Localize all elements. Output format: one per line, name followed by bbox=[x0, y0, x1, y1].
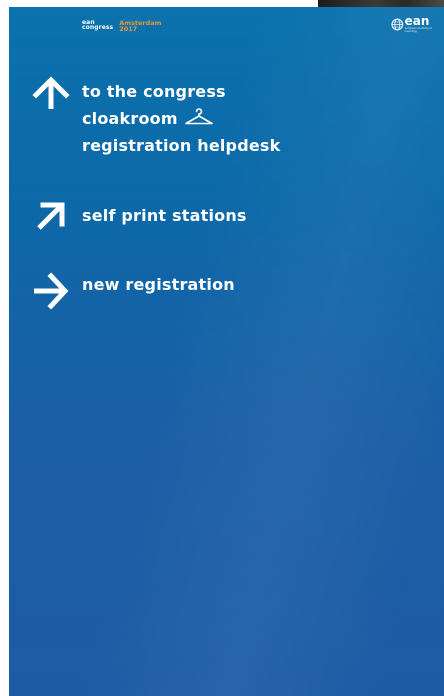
congress-location: Amsterdam 2017 bbox=[119, 20, 161, 33]
congress-logo-line2: congress bbox=[82, 24, 114, 31]
ean-logo: ean european academy of neurology bbox=[391, 14, 444, 33]
congress-logo-wordmark: ean congress bbox=[82, 20, 114, 31]
direction-label-new-registration: new registration bbox=[82, 275, 235, 294]
arrow-up-icon bbox=[32, 76, 70, 109]
coat-hanger-icon bbox=[185, 108, 213, 125]
direction-label-helpdesk: registration helpdesk bbox=[82, 136, 281, 155]
arrow-right-icon bbox=[34, 272, 69, 310]
congress-logo: ean congress Amsterdam 2017 bbox=[82, 20, 161, 33]
direction-label-cloakroom: cloakroom bbox=[82, 109, 178, 128]
ean-logo-name: ean bbox=[404, 14, 430, 28]
congress-year: 2017 bbox=[119, 25, 138, 33]
signage-banner: ean congress Amsterdam 2017 ean european… bbox=[9, 7, 444, 696]
arrow-up-right-icon bbox=[37, 202, 65, 230]
direction-label-self-print: self print stations bbox=[82, 206, 247, 225]
globe-icon bbox=[391, 18, 404, 31]
ean-logo-tagline: european academy of neurology bbox=[404, 27, 432, 33]
direction-label-congress: to the congress bbox=[82, 82, 226, 101]
page: ean congress Amsterdam 2017 ean european… bbox=[0, 0, 444, 696]
ean-logo-text: ean european academy of neurology bbox=[404, 14, 444, 33]
